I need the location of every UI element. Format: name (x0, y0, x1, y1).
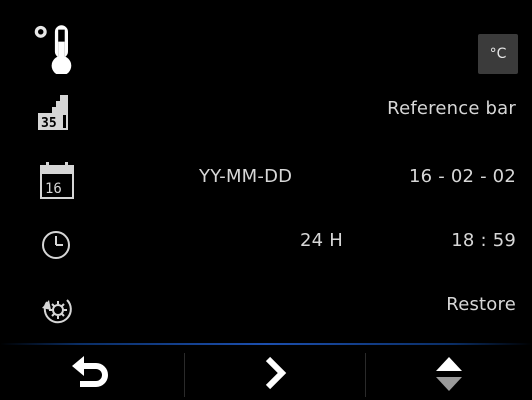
up-down-icon (436, 356, 462, 391)
calendar-icon-text: 16 (45, 181, 62, 197)
date-format[interactable]: YY-MM-DD (199, 166, 292, 187)
restore-label[interactable]: Restore (446, 294, 516, 315)
clock-icon (42, 231, 70, 259)
time-format[interactable]: 24 H (300, 230, 343, 251)
date-row[interactable]: 16 YY-MM-DD 16 - 02 - 02 (0, 148, 532, 212)
reference-bar-icon: 35 (38, 95, 68, 131)
reference-bar-label: Reference bar (387, 98, 516, 119)
restore-row[interactable]: Restore (0, 276, 532, 340)
reference-bar-icon-text: 35 (41, 116, 57, 131)
back-button[interactable] (0, 345, 184, 400)
time-row[interactable]: 24 H 18 : 59 (0, 212, 532, 276)
next-button[interactable] (185, 345, 365, 400)
reference-bar-row[interactable]: 35 Reference bar (0, 80, 532, 144)
time-value[interactable]: 18 : 59 (451, 230, 516, 251)
up-down-button[interactable] (366, 345, 532, 400)
date-value[interactable]: 16 - 02 - 02 (409, 166, 516, 187)
temperature-row: °C (0, 14, 532, 78)
calendar-icon: 16 (40, 162, 74, 199)
chevron-right-icon (265, 356, 287, 389)
thermometer-icon (34, 25, 72, 74)
celsius-button[interactable]: °C (478, 34, 518, 74)
bottom-bar (0, 345, 532, 400)
back-arrow-icon (72, 355, 108, 387)
restore-icon (42, 299, 72, 324)
